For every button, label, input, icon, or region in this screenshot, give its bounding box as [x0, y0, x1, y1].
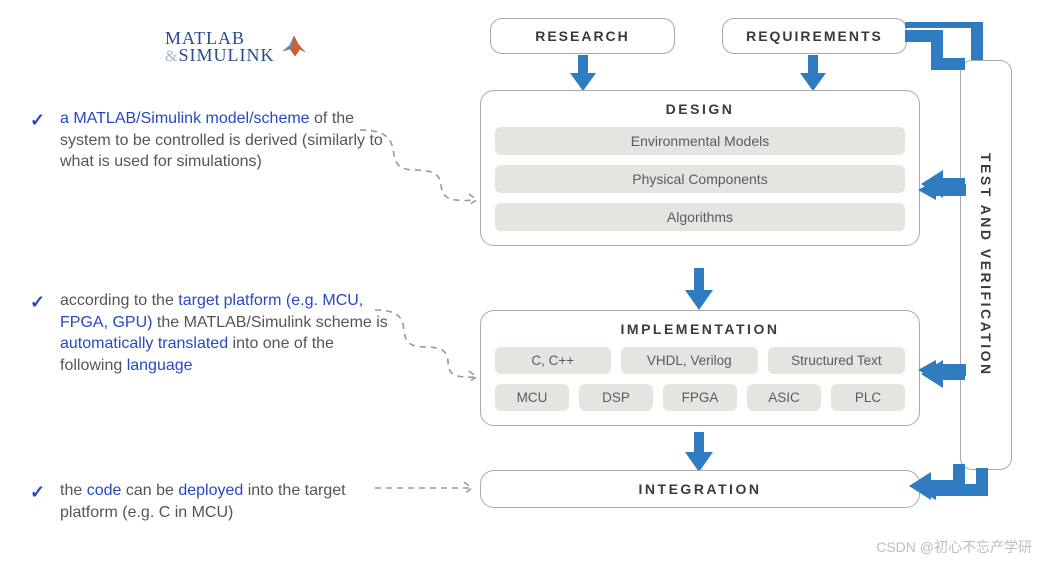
feedback-arrows-right [905, 18, 965, 518]
arrow-impl-to-integ [685, 432, 713, 472]
connector-squiggle-impl [370, 305, 485, 395]
integration-title: INTEGRATION [495, 481, 905, 497]
design-title: DESIGN [495, 101, 905, 117]
arrow-req-to-verif [905, 22, 985, 62]
impl-lang-vhdl: VHDL, Verilog [621, 347, 758, 374]
impl-hw-fpga: FPGA [663, 384, 737, 411]
check-icon: ✓ [30, 108, 48, 173]
impl-lang-c: C, C++ [495, 347, 611, 374]
connector-squiggle-integ [370, 478, 485, 498]
impl-hw-asic: ASIC [747, 384, 821, 411]
verification-title: TEST AND VERIFICATION [978, 153, 994, 377]
arrow-research-to-design [570, 55, 596, 91]
arrow-verif-to-design [918, 180, 966, 200]
arrow-verif-to-impl [918, 360, 966, 380]
matlab-simulink-logo: MATLAB &SIMULINK [165, 30, 308, 64]
arrow-design-to-impl [685, 268, 713, 310]
matlab-membrane-icon [280, 32, 308, 58]
impl-lang-stext: Structured Text [768, 347, 905, 374]
stage-integration: INTEGRATION [480, 470, 920, 508]
bullet-design-model: ✓ a MATLAB/Simulink model/scheme of the … [30, 108, 400, 173]
stage-design: DESIGN Environmental Models Physical Com… [480, 90, 920, 246]
bullet-target-platform: ✓ according to the target platform (e.g.… [30, 290, 400, 376]
impl-hw-dsp: DSP [579, 384, 653, 411]
stage-requirements: REQUIREMENTS [722, 18, 907, 54]
watermark: CSDN @初心不忘产学研 [876, 537, 1032, 557]
stage-research: RESEARCH [490, 18, 675, 54]
design-item-algorithms: Algorithms [495, 203, 905, 231]
arrow-verif-tail-down [974, 468, 990, 490]
bullet3-text: the code can be deployed into the target… [60, 480, 400, 523]
design-item-env-models: Environmental Models [495, 127, 905, 155]
check-icon: ✓ [30, 290, 48, 376]
logo-line2: SIMULINK [178, 45, 274, 65]
impl-hw-plc: PLC [831, 384, 905, 411]
bullet1-text: a MATLAB/Simulink model/scheme of the sy… [60, 108, 400, 173]
stage-test-verification: TEST AND VERIFICATION [960, 60, 1012, 470]
design-item-physical: Physical Components [495, 165, 905, 193]
check-icon: ✓ [30, 480, 48, 523]
stage-implementation: IMPLEMENTATION C, C++ VHDL, Verilog Stru… [480, 310, 920, 426]
bullet-deploy: ✓ the code can be deployed into the targ… [30, 480, 400, 523]
logo-amp: & [165, 48, 178, 65]
arrow-requirements-to-design [800, 55, 826, 91]
logo-text: MATLAB &SIMULINK [165, 30, 274, 64]
bullet2-text: according to the target platform (e.g. M… [60, 290, 400, 376]
connector-squiggle-design [355, 125, 485, 215]
impl-title: IMPLEMENTATION [495, 321, 905, 337]
impl-hw-mcu: MCU [495, 384, 569, 411]
